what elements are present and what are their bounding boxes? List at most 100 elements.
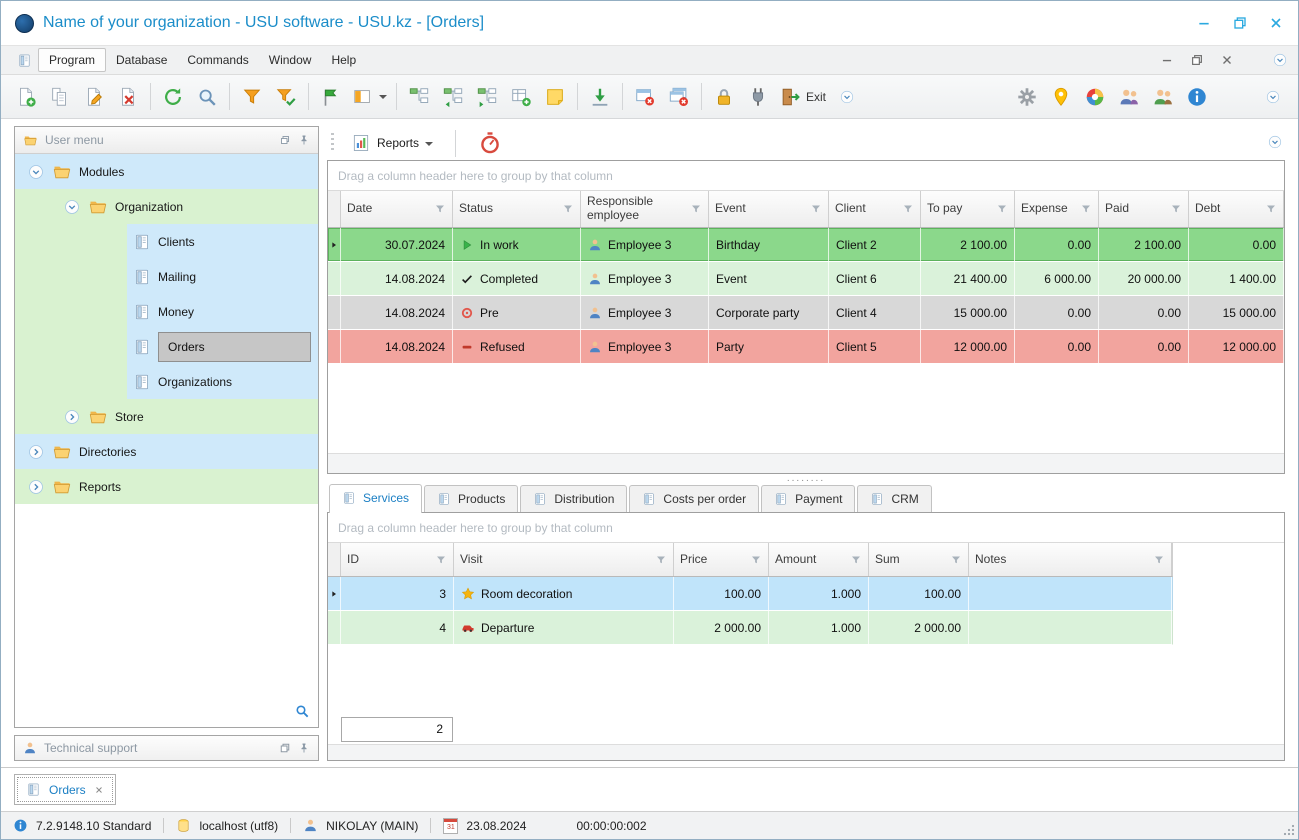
tree-item-money[interactable]: Money (15, 294, 318, 329)
delete-record-button[interactable] (111, 80, 145, 114)
group-by-area[interactable]: Drag a column header here to group by th… (328, 161, 1284, 191)
column-header-amount[interactable]: Amount (769, 543, 869, 576)
tree-promote-button[interactable] (436, 80, 470, 114)
reports-dropdown-button[interactable]: Reports (343, 129, 441, 157)
tree-demote-button[interactable] (470, 80, 504, 114)
menu-commands[interactable]: Commands (177, 49, 258, 71)
notes-button[interactable] (538, 80, 572, 114)
horizontal-scrollbar[interactable] (328, 744, 1284, 760)
restore-button[interactable] (1232, 15, 1248, 31)
column-header-expense[interactable]: Expense (1015, 191, 1099, 227)
filter-icon[interactable] (750, 554, 762, 566)
tree-item-organizations[interactable]: Organizations (15, 364, 318, 399)
info-icon[interactable] (13, 818, 28, 833)
close-all-windows-button[interactable] (662, 80, 696, 114)
collapse-panel-button[interactable] (279, 742, 291, 754)
timer-button[interactable] (470, 127, 510, 159)
order-row-3[interactable]: 14.08.2024 Pre Employee 3 Corporate part… (328, 296, 1284, 330)
column-header-id[interactable]: ID (341, 543, 454, 576)
float-panel-button[interactable] (279, 134, 291, 146)
pin-panel-button[interactable] (298, 742, 310, 754)
tree-item-organization[interactable]: Organization (15, 189, 318, 224)
mdi-minimize-button[interactable] (1160, 53, 1174, 67)
order-row-2[interactable]: 14.08.2024 Completed Employee 3 Event Cl… (328, 262, 1284, 296)
column-header-responsible-employee[interactable]: Responsible employee (581, 191, 709, 227)
exit-button[interactable]: Exit (775, 80, 830, 114)
filter-icon[interactable] (902, 203, 914, 215)
menu-database[interactable]: Database (106, 49, 177, 71)
chevron-down-icon[interactable] (63, 198, 81, 216)
settings-button[interactable] (1010, 80, 1044, 114)
splitter-handle[interactable]: ........ (327, 474, 1285, 484)
chevron-down-icon[interactable] (27, 163, 45, 181)
add-list-button[interactable] (504, 80, 538, 114)
menu-help[interactable]: Help (321, 49, 366, 71)
map-pin-button[interactable] (1044, 80, 1078, 114)
lock-button[interactable] (707, 80, 741, 114)
tree-search-button[interactable] (294, 703, 310, 719)
close-button[interactable] (1268, 15, 1284, 31)
close-window-button[interactable] (628, 80, 662, 114)
chevron-right-icon[interactable] (27, 443, 45, 461)
tree-item-clients[interactable]: Clients (15, 224, 318, 259)
chevron-right-icon[interactable] (63, 408, 81, 426)
edit-record-button[interactable] (77, 80, 111, 114)
overflow-chevron-icon[interactable] (1272, 52, 1288, 68)
tree-item-store[interactable]: Store (15, 399, 318, 434)
chevron-right-icon[interactable] (27, 478, 45, 496)
filter-icon[interactable] (434, 203, 446, 215)
group-by-area[interactable]: Drag a column header here to group by th… (328, 513, 1284, 543)
import-button[interactable] (583, 80, 617, 114)
order-row-4[interactable]: 14.08.2024 Refused Employee 3 Party Clie… (328, 330, 1284, 364)
filter-icon[interactable] (950, 554, 962, 566)
order-row-1[interactable]: 30.07.2024 In work Employee 3 Birthday C… (328, 228, 1284, 262)
service-row-2[interactable]: 4 Departure 2 000.00 1.000 2 000.00 (328, 611, 1173, 645)
column-header-price[interactable]: Price (674, 543, 769, 576)
filter-icon[interactable] (1170, 203, 1182, 215)
column-header-client[interactable]: Client (829, 191, 921, 227)
toolbar-grip[interactable] (331, 133, 334, 153)
column-header-sum[interactable]: Sum (869, 543, 969, 576)
filter-button[interactable] (235, 80, 269, 114)
tree-item-directories[interactable]: Directories (15, 434, 318, 469)
tab-services[interactable]: Services (329, 484, 422, 513)
tab-payment[interactable]: Payment (761, 485, 855, 512)
calendar-icon[interactable]: 31 (443, 818, 458, 834)
tab-costs-per-order[interactable]: Costs per order (629, 485, 759, 512)
user-groups-button[interactable] (1146, 80, 1180, 114)
tab-crm[interactable]: CRM (857, 485, 931, 512)
close-tab-button[interactable] (94, 785, 104, 795)
filter-icon[interactable] (810, 203, 822, 215)
filter-icon[interactable] (690, 203, 702, 215)
toolbar-overflow-right-button[interactable] (1256, 80, 1290, 114)
horizontal-scrollbar[interactable] (328, 453, 1284, 473)
toolbar-overflow-button[interactable] (1267, 134, 1283, 150)
refresh-button[interactable] (156, 80, 190, 114)
view-layout-button[interactable] (348, 80, 391, 114)
document-tab-orders[interactable]: Orders (14, 774, 116, 805)
column-header-debt[interactable]: Debt (1189, 191, 1284, 227)
filter-icon[interactable] (996, 203, 1008, 215)
filter-icon[interactable] (435, 554, 447, 566)
column-header-event[interactable]: Event (709, 191, 829, 227)
tab-products[interactable]: Products (424, 485, 518, 512)
mdi-close-button[interactable] (1220, 53, 1234, 67)
resize-grip[interactable] (1283, 824, 1295, 836)
menu-window[interactable]: Window (259, 49, 322, 71)
mdi-restore-button[interactable] (1190, 53, 1204, 67)
filter-icon[interactable] (850, 554, 862, 566)
column-header-date[interactable]: Date (341, 191, 453, 227)
column-header-visit[interactable]: Visit (454, 543, 674, 576)
toolbar-overflow-button[interactable] (830, 80, 864, 114)
minimize-button[interactable] (1196, 15, 1212, 31)
column-header-notes[interactable]: Notes (969, 543, 1172, 576)
color-theme-button[interactable] (1078, 80, 1112, 114)
tree-expand-button[interactable] (402, 80, 436, 114)
add-record-button[interactable] (9, 80, 43, 114)
menu-program[interactable]: Program (38, 48, 106, 72)
column-header-status[interactable]: Status (453, 191, 581, 227)
tab-distribution[interactable]: Distribution (520, 485, 627, 512)
filter-icon[interactable] (1080, 203, 1092, 215)
info-button[interactable] (1180, 80, 1214, 114)
plugin-button[interactable] (741, 80, 775, 114)
